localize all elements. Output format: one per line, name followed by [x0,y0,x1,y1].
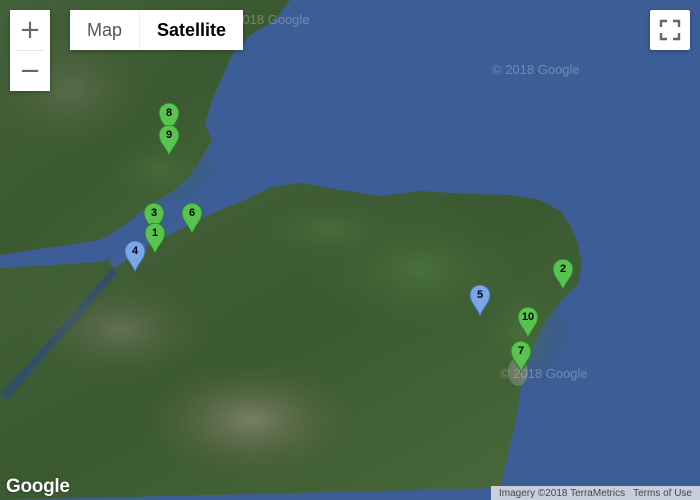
map-marker[interactable]: 10 [517,307,539,339]
map-type-satellite-button[interactable]: Satellite [140,10,244,50]
map-marker[interactable]: 4 [124,241,146,273]
marker-label: 2 [559,263,567,275]
terms-of-use-link[interactable]: Terms of Use [629,488,696,499]
map-marker[interactable]: 1 [144,223,166,255]
google-watermark: © 2018 Google [492,62,580,77]
zoom-in-button[interactable]: + [10,10,50,50]
map-type-control: Map Satellite [70,10,244,50]
map-canvas[interactable]: © 2018 Google © 2018 Google © 2018 Googl… [0,0,700,500]
marker-label: 10 [521,311,535,323]
map-marker[interactable]: 5 [469,285,491,317]
fullscreen-button[interactable] [650,10,690,50]
map-marker[interactable]: 9 [158,125,180,157]
google-logo[interactable]: Google [6,476,70,498]
map-marker[interactable]: 6 [181,203,203,235]
map-marker[interactable]: 7 [510,341,532,373]
marker-label: 5 [476,289,484,301]
map-marker[interactable]: 2 [552,259,574,291]
marker-label: 8 [165,107,173,119]
imagery-credit: Imagery ©2018 TerraMetrics [498,487,626,499]
satellite-imagery [0,0,700,500]
zoom-out-button[interactable]: − [10,51,50,91]
marker-label: 7 [517,345,525,357]
fullscreen-icon [659,19,681,41]
marker-label: 3 [150,207,158,219]
marker-label: 6 [188,207,196,219]
marker-label: 4 [131,245,139,257]
marker-label: 9 [165,129,173,141]
marker-label: 1 [151,227,159,239]
zoom-control: + − [10,10,50,91]
attribution-bar: Imagery ©2018 TerraMetrics Terms of Use [490,486,700,500]
map-type-map-button[interactable]: Map [70,10,141,50]
